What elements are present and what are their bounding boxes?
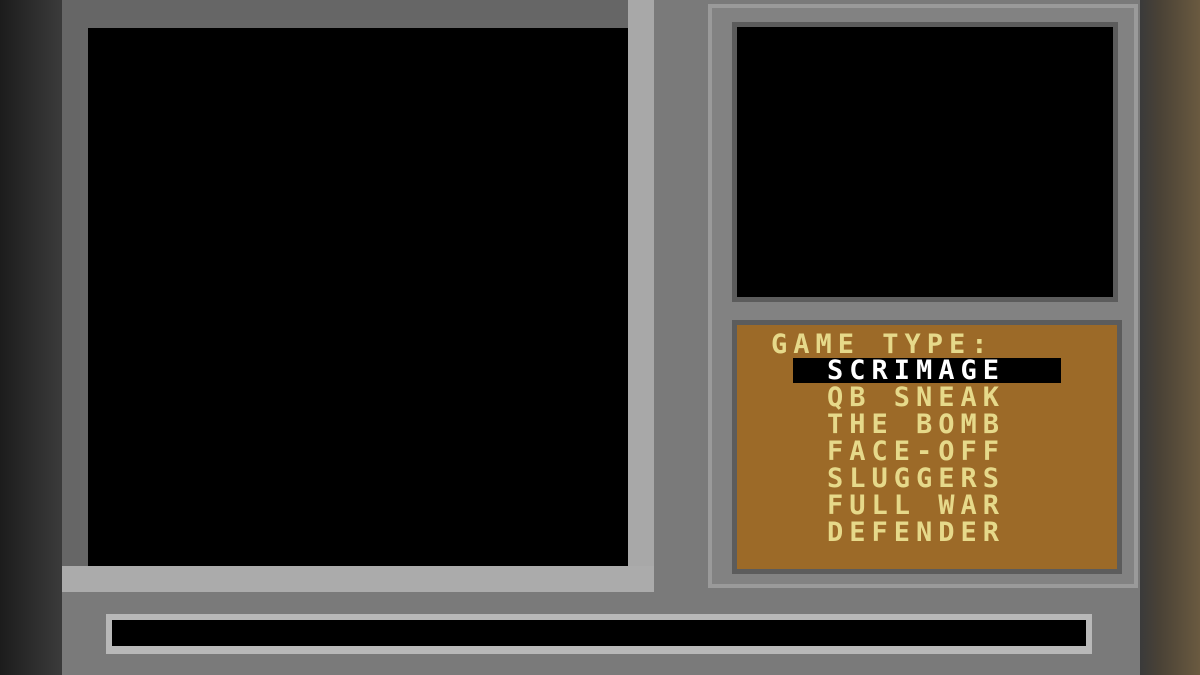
preview-viewport (732, 22, 1118, 302)
bevel-top (62, 0, 654, 28)
game-frame: GAME TYPE: SCRIMAGE QB SNEAK THE BOMB FA… (0, 0, 1200, 675)
bevel-right (628, 0, 654, 592)
menu-item-scrimage[interactable]: SCRIMAGE (737, 357, 1117, 384)
menu-item-full-war[interactable]: FULL WAR (737, 492, 1117, 519)
main-viewport-frame (62, 0, 654, 592)
menu-item-the-bomb[interactable]: THE BOMB (737, 411, 1117, 438)
menu-item-qb-sneak[interactable]: QB SNEAK (737, 384, 1117, 411)
menu-item-defender[interactable]: DEFENDER (737, 519, 1117, 546)
menu-item-face-off[interactable]: FACE-OFF (737, 438, 1117, 465)
bevel-bottom (62, 566, 654, 592)
status-bar (106, 614, 1092, 654)
status-area (62, 592, 1140, 675)
status-bar-display (112, 620, 1086, 646)
game-type-list: SCRIMAGE QB SNEAK THE BOMB FACE-OFF SLUG… (737, 357, 1117, 546)
main-viewport (88, 28, 628, 566)
menu-item-label: DEFENDER (827, 517, 1006, 548)
game-screen: GAME TYPE: SCRIMAGE QB SNEAK THE BOMB FA… (62, 0, 1140, 675)
game-type-menu: GAME TYPE: SCRIMAGE QB SNEAK THE BOMB FA… (732, 320, 1122, 574)
side-panel: GAME TYPE: SCRIMAGE QB SNEAK THE BOMB FA… (708, 4, 1138, 588)
bevel-left (62, 0, 88, 592)
menu-item-sluggers[interactable]: SLUGGERS (737, 465, 1117, 492)
